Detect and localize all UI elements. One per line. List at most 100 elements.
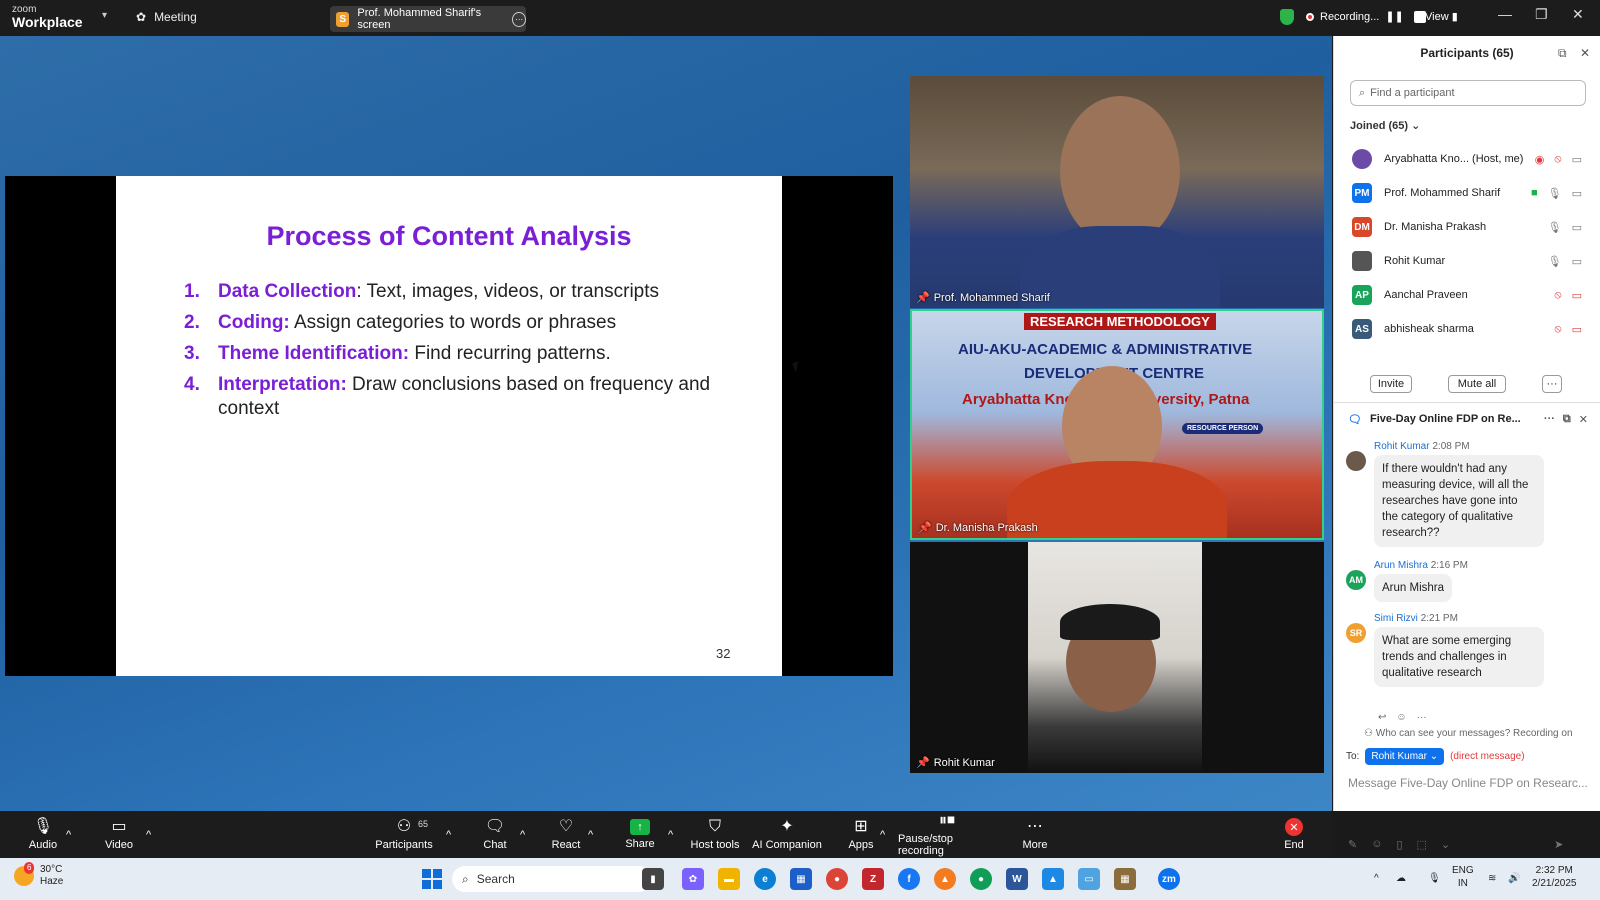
popout-icon[interactable]: ⧉ <box>1558 46 1567 61</box>
recipient-dropdown[interactable]: Rohit Kumar ⌄ <box>1365 748 1445 765</box>
more-options-icon[interactable]: ··· <box>512 11 526 27</box>
mic-icon[interactable]: 🎙 <box>1548 187 1562 200</box>
camera-icon[interactable]: ▭ <box>1572 221 1582 234</box>
store-icon[interactable]: ▦ <box>790 868 812 890</box>
more-button[interactable]: ··· <box>1542 375 1562 393</box>
mute-all-button[interactable]: Mute all <box>1448 375 1506 393</box>
stop-icon[interactable] <box>1413 10 1426 23</box>
participant-row[interactable]: PM Prof. Mohammed Sharif ■ 🎙 ▭ <box>1334 176 1600 210</box>
chat-button[interactable]: 🗨 Chat <box>478 811 512 858</box>
close-icon[interactable]: ✕ <box>1572 6 1584 23</box>
mic-tray-icon[interactable]: 🎙 <box>1428 872 1441 885</box>
view-menu[interactable]: View ▮ <box>1425 10 1458 23</box>
tray-chevron-icon[interactable]: ^ <box>1374 872 1379 885</box>
video-tile-rohit[interactable]: 📌 Rohit Kumar <box>910 542 1324 773</box>
app-icon-2[interactable]: ▦ <box>1114 868 1136 890</box>
mic-icon[interactable]: 🎙 <box>1548 255 1562 268</box>
video-tile-sharif[interactable]: 📌 Prof. Mohammed Sharif <box>910 76 1324 308</box>
minimize-icon[interactable]: — <box>1498 6 1512 22</box>
participant-row[interactable]: AP Aanchal Praveen ⦸ ▭ <box>1334 278 1600 312</box>
format-icon[interactable]: ✎ <box>1348 838 1357 851</box>
camera-off-icon[interactable]: ▭ <box>1572 323 1582 336</box>
facebook-icon[interactable]: f <box>898 868 920 890</box>
close-panel-icon[interactable]: ✕ <box>1580 46 1590 60</box>
task-view-icon[interactable]: ▮ <box>642 868 664 890</box>
photos-icon[interactable]: ▲ <box>1042 868 1064 890</box>
participant-row[interactable]: Rohit Kumar 🎙 ▭ <box>1334 244 1600 278</box>
emoji-icon[interactable]: ☺ <box>1396 712 1406 723</box>
participant-row[interactable]: Aryabhatta Kno... (Host, me) ◉ ⦸ ▭ <box>1334 142 1600 176</box>
camera-icon[interactable]: ▭ <box>1572 153 1582 166</box>
host-tools-button[interactable]: ⛉ Host tools <box>690 811 740 858</box>
chevron-down-icon[interactable]: ▾ <box>102 10 107 21</box>
ai-companion-button[interactable]: ✦ AI Companion <box>752 811 822 858</box>
chat-options-caret[interactable]: ^ <box>520 811 525 858</box>
mic-off-icon[interactable]: ⦸ <box>1554 153 1561 166</box>
host-tools-label: Host tools <box>690 839 740 851</box>
cap <box>1060 604 1160 640</box>
chrome-profile-icon[interactable]: ● <box>970 868 992 890</box>
send-icon[interactable]: ➤ <box>1554 838 1563 851</box>
video-button[interactable]: ▭ Video <box>104 811 134 858</box>
orange-app-icon[interactable]: ▲ <box>934 868 956 890</box>
close-chat-icon[interactable]: ✕ <box>1579 413 1588 426</box>
audio-options-caret[interactable]: ^ <box>66 811 71 858</box>
react-options-caret[interactable]: ^ <box>588 811 593 858</box>
security-shield-icon[interactable] <box>1280 9 1294 25</box>
language-indicator[interactable]: ENG IN <box>1452 864 1474 890</box>
copilot-icon[interactable]: ✿ <box>682 868 704 890</box>
audio-button[interactable]: 🎙 Audio <box>28 811 58 858</box>
chrome-icon[interactable]: ● <box>826 868 848 890</box>
camera-icon[interactable]: ▭ <box>1572 255 1582 268</box>
screenshot-icon[interactable]: ⬚ <box>1417 838 1427 851</box>
camera-icon[interactable]: ▭ <box>1572 187 1582 200</box>
taskbar-search[interactable]: ⌕ Search <box>452 866 652 892</box>
end-button[interactable]: ✕ End <box>1280 811 1308 858</box>
video-tile-manisha[interactable]: RESEARCH METHODOLOGY AIU-AKU-ACADEMIC & … <box>910 309 1324 540</box>
apps-button[interactable]: ⊞ Apps <box>846 811 876 858</box>
participant-search-input[interactable]: ⌕ Find a participant <box>1350 80 1586 106</box>
popout-icon[interactable]: ⧉ <box>1563 413 1571 426</box>
video-options-caret[interactable]: ^ <box>146 811 151 858</box>
restore-icon[interactable]: ❐ <box>1535 6 1548 23</box>
share-options-caret[interactable]: ^ <box>668 811 673 858</box>
avatar: AS <box>1352 319 1372 339</box>
filezilla-icon[interactable]: Z <box>862 868 884 890</box>
mic-off-icon[interactable]: ⦸ <box>1554 323 1561 336</box>
who-can-see-link[interactable]: ⚇ Who can see your messages? Recording o… <box>1364 728 1573 739</box>
app-icon[interactable]: ▭ <box>1078 868 1100 890</box>
meeting-menu[interactable]: ✿ Meeting <box>136 10 197 24</box>
weather-widget[interactable]: 6 30°C Haze <box>14 862 63 888</box>
pause-stop-recording-button[interactable]: ⏸⏹ Pause/stop recording <box>898 811 996 858</box>
chevron-down-icon[interactable]: ⌄ <box>1441 838 1450 851</box>
zoom-taskbar-icon[interactable]: zm <box>1158 868 1180 890</box>
wifi-icon[interactable]: ≋ <box>1488 872 1496 885</box>
file-icon[interactable]: ▯ <box>1396 838 1402 851</box>
participant-row[interactable]: AS abhisheak sharma ⦸ ▭ <box>1334 312 1600 346</box>
mic-icon[interactable]: 🎙 <box>1548 221 1562 234</box>
more-icon[interactable]: ··· <box>1417 712 1427 723</box>
joined-section-toggle[interactable]: Joined (65) ⌄ <box>1350 119 1420 132</box>
word-icon[interactable]: W <box>1006 868 1028 890</box>
file-explorer-icon[interactable]: ▬ <box>718 868 740 890</box>
camera-off-icon[interactable]: ▭ <box>1572 289 1582 302</box>
mic-off-icon[interactable]: ⦸ <box>1554 289 1561 302</box>
react-button[interactable]: ♡ React <box>548 811 584 858</box>
pause-icon[interactable]: ❚❚ <box>1385 10 1403 23</box>
onedrive-icon[interactable]: ☁ <box>1396 872 1406 885</box>
invite-button[interactable]: Invite <box>1370 375 1412 393</box>
more-button[interactable]: ⋯ More <box>1020 811 1050 858</box>
apps-options-caret[interactable]: ^ <box>880 811 885 858</box>
participant-row[interactable]: DM Dr. Manisha Prakash 🎙 ▭ <box>1334 210 1600 244</box>
clock[interactable]: 2:32 PM 2/21/2025 <box>1532 864 1577 890</box>
reply-icon[interactable]: ↩ <box>1378 712 1386 723</box>
screen-share-pill[interactable]: S Prof. Mohammed Sharif's screen ··· <box>330 6 526 32</box>
share-button[interactable]: ↑ Share <box>622 811 658 858</box>
windows-start-icon[interactable] <box>422 869 442 889</box>
edge-icon[interactable]: e <box>754 868 776 890</box>
more-icon[interactable]: ··· <box>1544 413 1555 425</box>
message-input[interactable]: Message Five-Day Online FDP on Researc..… <box>1348 776 1588 790</box>
volume-icon[interactable]: 🔊 <box>1508 872 1520 885</box>
participants-options-caret[interactable]: ^ <box>446 811 451 858</box>
emoji-icon[interactable]: ☺ <box>1371 838 1382 851</box>
